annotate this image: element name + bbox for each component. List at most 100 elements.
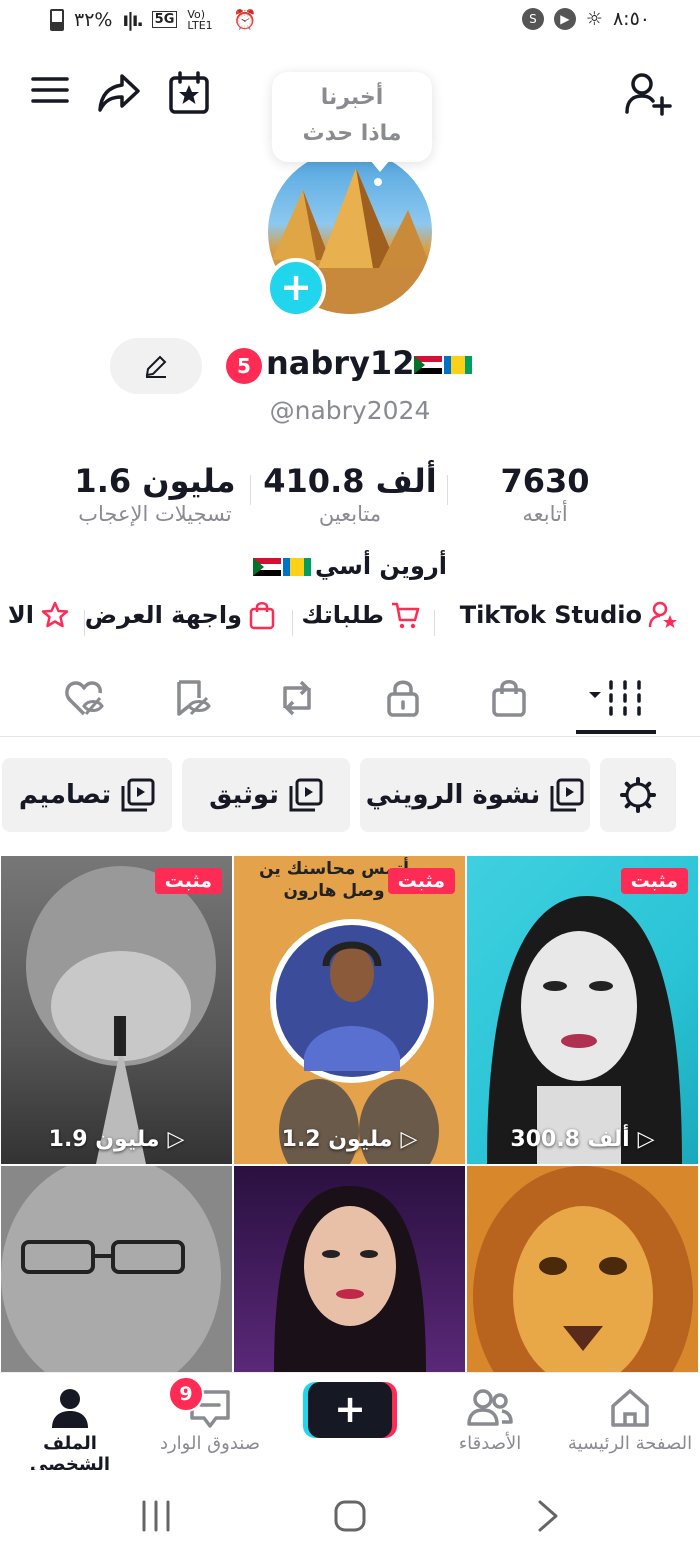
menu-icon: [31, 77, 69, 103]
back-system-button[interactable]: [530, 1498, 566, 1538]
likes-stat[interactable]: 1.6 مليون تسجيلات الإعجاب: [60, 462, 250, 526]
view-count-text: 1.9 مليون: [48, 1127, 160, 1152]
private-tab[interactable]: [368, 668, 438, 728]
share-button[interactable]: [96, 70, 144, 118]
friends-icon: [467, 1389, 513, 1426]
playlist-icon: [289, 778, 323, 812]
chevron-right-icon: [538, 1500, 558, 1532]
video-thumbnail[interactable]: مثبت 1.9 مليون ▷: [1, 856, 232, 1164]
plus-icon: +: [334, 1387, 366, 1431]
video-thumbnail[interactable]: أتمس محاسنك ين وصل هارون مثبت 1.2 مليون ▷: [234, 856, 465, 1164]
battery-percent: ٣٢%: [74, 8, 113, 31]
nav-home-label: الصفحة الرئيسية: [567, 1433, 693, 1454]
nav-friends[interactable]: الأصدقاء: [420, 1383, 560, 1454]
creator-calendar-button[interactable]: [166, 70, 214, 118]
grid-icon: [589, 680, 641, 716]
share-icon: [98, 74, 140, 112]
orders-label: طلباتك: [301, 601, 384, 629]
st-vincent-flag-icon: [444, 356, 473, 374]
shopping-bag-icon: [492, 680, 526, 717]
playlist-item[interactable]: نشوة الرويني: [360, 758, 590, 832]
thumbnail-image: [487, 896, 682, 1164]
following-label: أتابعه: [522, 502, 568, 526]
pinned-badge: مثبت: [154, 868, 222, 894]
network-type: 5G: [151, 11, 178, 28]
status-bar: ٣٢% ı|ı. 5G Vo) LTE1 ⏰ S ▶ ☼ ٨:٥٠: [0, 0, 700, 44]
edit-profile-button[interactable]: [110, 338, 202, 394]
notification-badge[interactable]: 5: [226, 348, 262, 384]
liked-tab[interactable]: [50, 668, 120, 728]
heart-hidden-icon: [65, 681, 104, 716]
pinned-badge: مثبت: [387, 868, 455, 894]
gear-icon: [620, 777, 656, 813]
nav-profile[interactable]: الملف الشخصي: [0, 1383, 140, 1475]
sudan-flag-icon: [252, 558, 281, 576]
shop-tab[interactable]: [474, 668, 544, 728]
more-link[interactable]: الا: [8, 600, 70, 630]
likes-count: 1.6 مليون: [74, 462, 236, 500]
followers-count: 410.8 ألف: [263, 462, 437, 500]
bio-text: أروين أسي: [314, 552, 448, 580]
thumbnail-image: [473, 1166, 693, 1372]
videos-tab[interactable]: [580, 668, 650, 728]
user-handle: @nabry2024: [269, 396, 431, 425]
recent-apps-button[interactable]: [138, 1498, 174, 1538]
followers-stat[interactable]: 410.8 ألف متابعين: [260, 462, 440, 526]
nav-home[interactable]: الصفحة الرئيسية: [560, 1383, 700, 1454]
reposts-tab[interactable]: [262, 668, 332, 728]
clock: ٨:٥٠: [612, 8, 650, 30]
star-badge-icon: [41, 601, 69, 628]
battery-icon: [50, 8, 64, 31]
playlist-icon: [550, 778, 584, 812]
thumbnail-image: [274, 1186, 426, 1372]
favorites-tab[interactable]: [156, 668, 226, 728]
tabs-divider: [0, 736, 700, 737]
tiktok-studio-link[interactable]: TikTok Studio: [460, 600, 678, 630]
thumbnail-image: [1, 1166, 221, 1372]
profile-links-row: TikTok Studio طلباتك واجهة العرض الا: [0, 600, 700, 646]
repost-icon: [283, 680, 311, 716]
following-stat[interactable]: 7630 أتابعه: [480, 462, 610, 526]
showcase-link[interactable]: واجهة العرض: [85, 600, 276, 630]
play-icon: ▷: [167, 1127, 185, 1152]
inbox-badge: 9: [168, 1376, 204, 1412]
app-notification-icon: S: [521, 8, 544, 30]
menu-button[interactable]: [30, 70, 78, 118]
playlist-item[interactable]: توثيق: [182, 758, 350, 832]
play-icon: ▷: [637, 1127, 655, 1152]
playlist-label: تصاميم: [18, 780, 112, 810]
pinned-badge: مثبت: [620, 868, 688, 894]
youtube-icon: ▶: [553, 8, 576, 30]
link-divider: [434, 610, 435, 636]
add-friend-icon: [625, 73, 672, 116]
profile-bio: أروين أسي: [0, 552, 700, 580]
nav-friends-label: الأصدقاء: [458, 1433, 522, 1454]
pencil-icon: [145, 355, 167, 378]
more-label: الا: [7, 601, 34, 629]
create-button[interactable]: +: [308, 1382, 392, 1438]
lock-icon: [387, 680, 419, 717]
st-vincent-flag-icon: [282, 558, 311, 576]
home-system-button[interactable]: [332, 1498, 368, 1538]
nav-inbox[interactable]: صندوق الوارد: [140, 1383, 280, 1454]
playlist-item[interactable]: تصاميم: [2, 758, 172, 832]
tiktok-studio-label: TikTok Studio: [459, 601, 642, 629]
playlist-label: نشوة الرويني: [365, 780, 541, 810]
profile-icon: [52, 1389, 88, 1428]
view-count: 300.8 ألف ▷: [467, 1127, 698, 1152]
add-friend-button[interactable]: [624, 70, 672, 118]
video-thumbnail[interactable]: مثبت 300.8 ألف ▷: [467, 856, 698, 1164]
video-thumbnail[interactable]: [1, 1166, 232, 1372]
status-prompt-bubble[interactable]: أخبرنا ماذا حدث: [272, 72, 432, 172]
home-circle-icon: [334, 1500, 366, 1532]
stat-divider: [447, 475, 448, 505]
playlist-icon: [121, 778, 155, 812]
video-thumbnail[interactable]: [467, 1166, 698, 1372]
add-story-button[interactable]: +: [266, 258, 326, 318]
link-divider: [292, 610, 293, 636]
orders-link[interactable]: طلباتك: [301, 600, 420, 630]
cart-icon: [392, 602, 420, 629]
video-thumbnail[interactable]: [234, 1166, 465, 1372]
following-count: 7630: [500, 462, 590, 500]
playlist-settings-button[interactable]: [600, 758, 676, 832]
